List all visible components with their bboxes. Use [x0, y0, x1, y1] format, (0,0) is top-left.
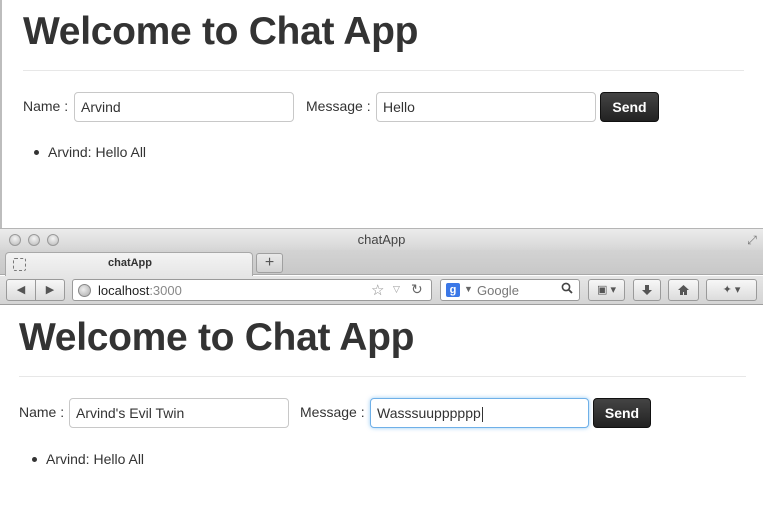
- bookmarks-menu-icon: ▣ ▾: [597, 284, 616, 296]
- message-input[interactable]: Wasssuupppppp: [370, 398, 589, 428]
- message-text: Arvind: Hello All: [46, 451, 145, 467]
- url-dropdown-icon[interactable]: ▽: [393, 284, 400, 295]
- back-arrow-icon: ◀: [16, 284, 26, 296]
- text-cursor: [481, 406, 483, 422]
- home-button[interactable]: [668, 279, 699, 301]
- globe-icon: [78, 284, 91, 297]
- search-bar[interactable]: g ▼ Google: [440, 279, 580, 301]
- bullet-icon: [34, 149, 39, 155]
- title-divider: [19, 376, 746, 377]
- list-item: Arvind: Hello All: [32, 451, 144, 467]
- bookmark-star-icon[interactable]: ☆: [371, 281, 384, 299]
- page-title: Welcome to Chat App: [19, 316, 415, 359]
- home-icon: [677, 285, 690, 299]
- forward-arrow-icon: ▶: [45, 284, 55, 296]
- message-input[interactable]: Hello: [376, 92, 596, 122]
- bullet-icon: [32, 456, 37, 462]
- search-icon[interactable]: [561, 282, 573, 297]
- url-text[interactable]: localhost:3000: [98, 283, 182, 298]
- name-input[interactable]: Arvind: [74, 92, 294, 122]
- tab-strip: chatApp +: [0, 250, 763, 276]
- navigation-toolbar: ◀ ▶ localhost:3000 ☆ ▽ ↻ g ▼ Google ▣ ▾ …: [0, 276, 763, 305]
- addons-button[interactable]: ✦ ▾: [706, 279, 757, 301]
- engine-dropdown-icon[interactable]: ▼: [464, 284, 473, 294]
- tab-label: chatApp: [108, 257, 152, 269]
- google-engine-icon[interactable]: g: [446, 283, 460, 297]
- tab-chatapp[interactable]: chatApp: [5, 252, 253, 276]
- window-title: chatApp: [357, 232, 406, 247]
- new-tab-button[interactable]: +: [256, 253, 283, 273]
- bookmarks-menu-button[interactable]: ▣ ▾: [588, 279, 625, 301]
- second-browser-content: Welcome to Chat App Name : Arvind's Evil…: [0, 306, 763, 522]
- message-label: Message :: [306, 98, 371, 114]
- page-title: Welcome to Chat App: [23, 10, 419, 53]
- search-input[interactable]: Google: [477, 283, 519, 298]
- message-text: Arvind: Hello All: [48, 144, 147, 160]
- url-bar[interactable]: localhost:3000 ☆ ▽ ↻: [72, 279, 432, 301]
- message-label: Message :: [300, 404, 365, 420]
- addons-icon: ✦ ▾: [722, 284, 741, 296]
- fullscreen-icon[interactable]: ⤢: [745, 233, 759, 247]
- download-icon: [641, 285, 653, 299]
- reload-icon[interactable]: ↻: [411, 281, 423, 298]
- send-button[interactable]: Send: [593, 398, 651, 428]
- downloads-button[interactable]: [633, 279, 661, 301]
- forward-button[interactable]: ▶: [35, 279, 65, 301]
- list-item: Arvind: Hello All: [34, 144, 146, 160]
- send-button[interactable]: Send: [600, 92, 659, 122]
- name-label: Name :: [19, 404, 65, 420]
- message-list: Arvind: Hello All: [34, 144, 146, 160]
- name-label: Name :: [23, 98, 69, 114]
- back-button[interactable]: ◀: [6, 279, 36, 301]
- name-input[interactable]: Arvind's Evil Twin: [69, 398, 289, 428]
- title-divider: [23, 70, 744, 71]
- message-list: Arvind: Hello All: [32, 451, 144, 467]
- first-browser-content: Welcome to Chat App Name : Arvind Messag…: [0, 0, 763, 228]
- window-titlebar[interactable]: chatApp ⤢: [0, 228, 763, 250]
